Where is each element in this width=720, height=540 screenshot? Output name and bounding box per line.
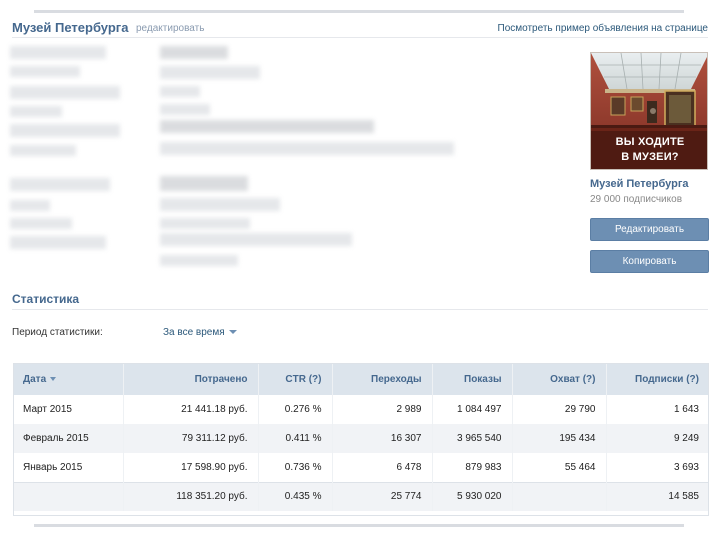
cell-clicks: 6 478 [332,453,433,482]
table-header-row: Дата Потрачено CTR (?) Переходы Показы О… [13,363,709,395]
cell-reach: 55 464 [512,453,607,482]
cell-date: Январь 2015 [13,453,124,482]
ad-image-text-1: ВЫ ХОДИТЕ [615,136,685,148]
table-row: Февраль 2015 79 311.12 руб. 0.411 % 16 3… [13,424,709,453]
cell-ctr: 0.736 % [258,453,333,482]
ad-community-name[interactable]: Музей Петербурга [590,178,689,190]
cell-impressions: 5 930 020 [432,481,513,511]
cell-subscriptions: 1 643 [673,404,699,415]
period-dropdown[interactable]: За все время [163,327,237,338]
cell-clicks: 25 774 [332,481,433,511]
cell-subscriptions: 3 693 [673,461,699,473]
table-total-row: 118 351.20 руб. 0.435 % 25 774 5 930 020… [13,481,709,511]
cell-date: Февраль 2015 [13,424,124,453]
chevron-down-icon [228,330,237,335]
cell-reach: 29 790 [512,395,607,424]
table-row: Январь 2015 17 598.90 руб. 0.736 % 6 478… [13,453,709,482]
bottom-divider [34,524,684,527]
cell-reach [512,481,607,511]
col-ctr[interactable]: CTR (?) [258,363,333,395]
col-subscriptions[interactable]: Подписки (?) [606,363,709,395]
cell-spent: 17 598.90 руб. [123,453,259,482]
col-date[interactable]: Дата [13,363,124,395]
ad-image: ВЫ ХОДИТЕ В МУЗЕИ? [590,52,708,170]
top-divider [34,10,684,13]
col-reach[interactable]: Охват (?) [512,363,607,395]
cell-clicks: 16 307 [332,424,433,453]
ad-header: Музей Петербурга редактировать Посмотрет… [12,20,708,38]
ad-title[interactable]: Музей Петербурга [12,20,128,35]
col-impressions[interactable]: Показы [432,363,513,395]
cell-reach: 195 434 [512,424,607,453]
sort-desc-icon [50,376,57,381]
cell-impressions: 879 983 [432,453,513,482]
stats-table: Дата Потрачено CTR (?) Переходы Показы О… [13,363,709,511]
cell-ctr: 0.276 % [258,395,333,424]
cell-spent: 79 311.12 руб. [123,424,259,453]
cell-date [13,481,124,511]
cell-subscriptions: 14 585 [606,481,709,511]
edit-button[interactable]: Редактировать [590,218,709,241]
cell-impressions: 1 084 497 [432,395,513,424]
copy-button[interactable]: Копировать [590,250,709,273]
cell-clicks: 2 989 [332,395,433,424]
cell-date: Март 2015 [13,395,124,424]
ad-image-text-2: В МУЗЕИ? [621,151,679,163]
period-value: За все время [163,327,225,338]
table-row: Март 2015 21 441.18 руб. 0.276 % 2 989 1… [13,395,709,424]
period-label: Период статистики: [12,327,103,338]
col-spent[interactable]: Потрачено [123,363,259,395]
cell-ctr: 0.435 % [258,481,333,511]
stats-divider [12,309,708,310]
edit-link[interactable]: редактировать [136,23,204,34]
cell-spent: 118 351.20 руб. [123,481,259,511]
cell-spent: 21 441.18 руб. [123,395,259,424]
cell-ctr: 0.411 % [258,424,333,453]
preview-link[interactable]: Посмотреть пример объявления на странице [498,23,709,34]
stats-title: Статистика [12,292,80,306]
cell-impressions: 3 965 540 [432,424,513,453]
cell-subscriptions: 9 249 [606,424,709,453]
ad-subscribers: 29 000 подписчиков [590,194,683,205]
col-clicks[interactable]: Переходы [332,363,433,395]
